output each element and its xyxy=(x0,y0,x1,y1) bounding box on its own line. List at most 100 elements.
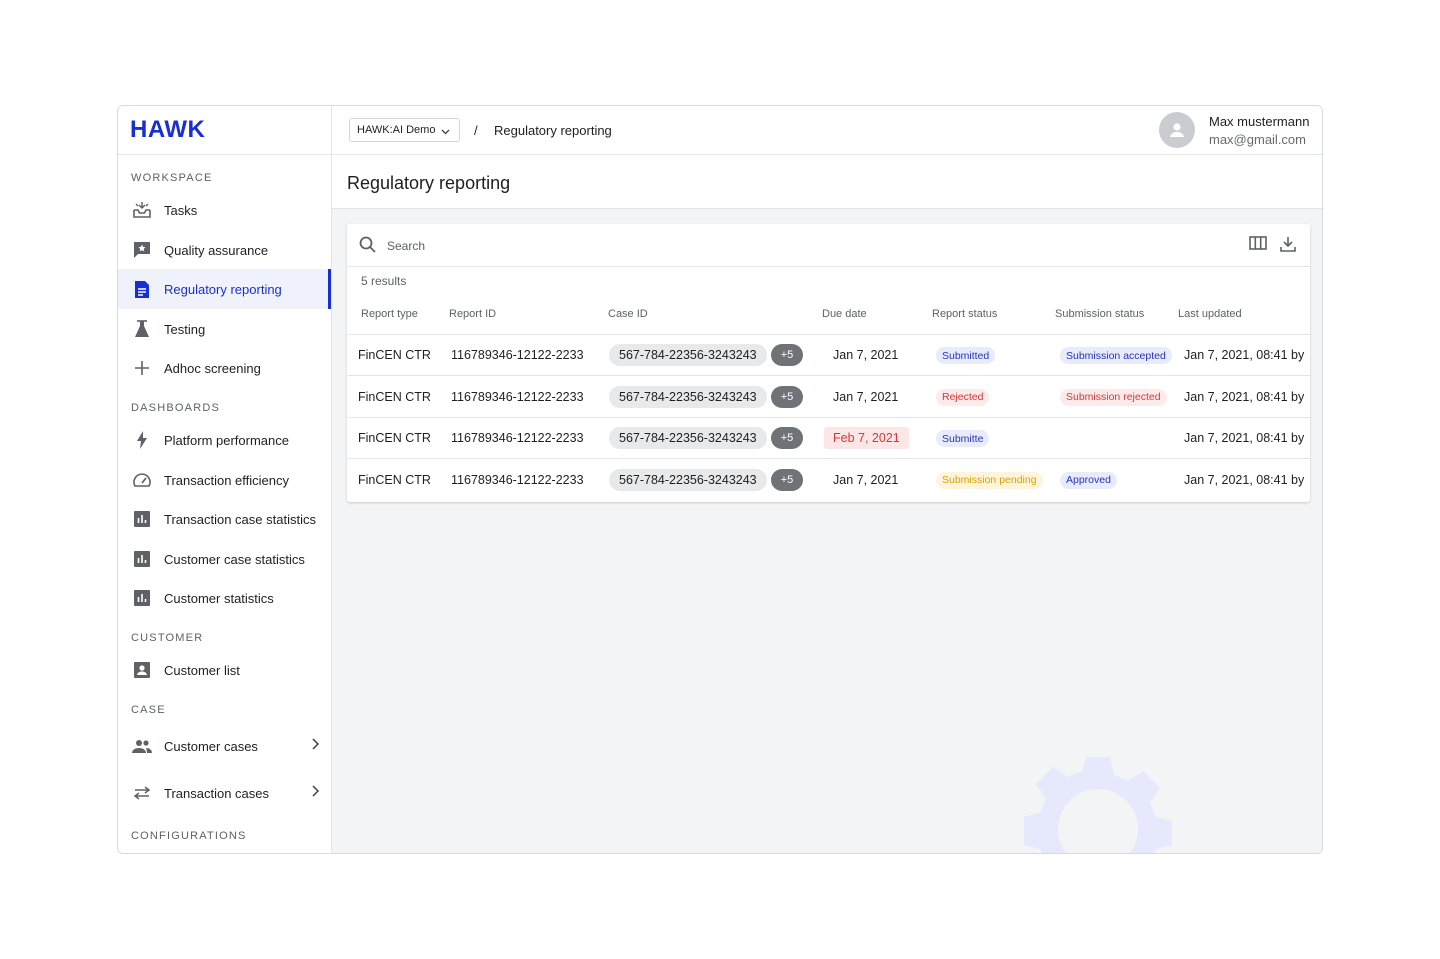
sidebar-item-tasks[interactable]: Tasks xyxy=(118,190,331,230)
column-header-report-id[interactable]: Report ID xyxy=(449,308,496,320)
logo[interactable]: HAWK xyxy=(118,106,331,155)
sidebar-item-label: Regulatory reporting xyxy=(164,281,282,297)
search-input[interactable] xyxy=(387,236,1087,256)
cell-report-type: FinCEN CTR xyxy=(358,472,431,487)
cell-report-id: 116789346-12122-2233 xyxy=(451,472,584,487)
flask-icon xyxy=(132,319,152,339)
more-cases-chip[interactable]: +5 xyxy=(771,385,803,408)
table-row[interactable]: FinCEN CTR 116789346-12122-2233 567-784-… xyxy=(347,460,1310,501)
sidebar-item-label: Transaction case statistics xyxy=(164,511,316,527)
sidebar-item-label: Testing xyxy=(164,321,206,337)
speedometer-icon xyxy=(132,470,152,490)
sidebar-item-label: Customer list xyxy=(164,662,240,678)
sidebar-item-label: Transaction efficiency xyxy=(164,472,290,488)
column-header-due-date[interactable]: Due date xyxy=(822,308,867,320)
section-case: CASE xyxy=(131,704,166,716)
user-email: max@gmail.com xyxy=(1209,132,1306,147)
cell-report-type: FinCEN CTR xyxy=(358,431,431,445)
sidebar-item-transaction-case-statistics[interactable]: Transaction case statistics xyxy=(118,499,331,539)
cell-due-date: Jan 7, 2021 xyxy=(833,348,899,362)
table-row[interactable]: FinCEN CTR 116789346-12122-2233 567-784-… xyxy=(347,377,1310,418)
cell-report-type: FinCEN CTR xyxy=(358,389,431,404)
case-id-chip[interactable]: 567-784-22356-3243243 xyxy=(609,385,767,408)
sidebar-item-label: Customer cases xyxy=(164,738,258,754)
sidebar-item-label: Customer case statistics xyxy=(164,551,305,567)
bar-chart-icon xyxy=(132,509,152,529)
sidebar-item-testing[interactable]: Testing xyxy=(118,309,331,349)
column-header-last-updated[interactable]: Last updated xyxy=(1178,308,1242,320)
cell-due-date: Jan 7, 2021 xyxy=(833,389,899,404)
sidebar-item-transaction-cases[interactable]: Transaction cases xyxy=(118,773,331,813)
app-window: HAWK WORKSPACE Tasks Quality assurance R… xyxy=(117,105,1323,854)
submission-status-badge: Submission accepted xyxy=(1060,347,1172,364)
sidebar-item-label: Quality assurance xyxy=(164,242,269,258)
cell-last-updated: Jan 7, 2021, 08:41 by xyxy=(1184,389,1305,404)
sidebar-item-adhoc-screening[interactable]: Adhoc screening xyxy=(118,348,331,388)
sidebar-item-platform-performance[interactable]: Platform performance xyxy=(118,420,331,460)
chevron-down-icon xyxy=(441,126,450,138)
sidebar-item-label: Transaction cases xyxy=(164,785,270,801)
search-bar xyxy=(347,224,1310,267)
org-select[interactable]: HAWK:AI Demo xyxy=(349,118,460,142)
sidebar-item-customer-case-statistics[interactable]: Customer case statistics xyxy=(118,539,331,579)
more-cases-chip[interactable]: +5 xyxy=(771,427,803,449)
bar-chart-icon xyxy=(132,549,152,569)
topbar: HAWK:AI Demo / Regulatory reporting Max … xyxy=(332,106,1322,155)
more-cases-chip[interactable]: +5 xyxy=(771,344,803,366)
avatar[interactable] xyxy=(1159,112,1195,148)
user-name: Max mustermann xyxy=(1209,114,1310,129)
columns-icon[interactable] xyxy=(1249,236,1267,255)
report-table-card: 5 results Report type Report ID Case ID … xyxy=(347,224,1310,502)
bar-chart-icon xyxy=(132,588,152,608)
bolt-icon xyxy=(132,430,152,450)
sidebar: HAWK WORKSPACE Tasks Quality assurance R… xyxy=(118,106,332,853)
report-status-badge: Submitted xyxy=(936,347,996,364)
sidebar-item-regulatory-reporting[interactable]: Regulatory reporting xyxy=(118,269,331,309)
sidebar-item-label: Adhoc screening xyxy=(164,360,261,376)
sidebar-item-quality-assurance[interactable]: Quality assurance xyxy=(118,230,331,270)
logo-text: HAWK xyxy=(130,116,206,143)
people-icon xyxy=(132,736,152,756)
org-select-value: HAWK:AI Demo xyxy=(357,124,436,136)
column-header-report-type[interactable]: Report type xyxy=(361,308,418,320)
download-icon[interactable] xyxy=(1280,236,1296,257)
section-customer: CUSTOMER xyxy=(131,632,204,644)
main-content: 5 results Report type Report ID Case ID … xyxy=(332,209,1322,853)
sidebar-item-transaction-efficiency[interactable]: Transaction efficiency xyxy=(118,460,331,500)
report-status-badge: Submitte xyxy=(936,430,990,447)
column-header-case-id[interactable]: Case ID xyxy=(608,308,648,320)
quality-icon xyxy=(132,240,152,260)
cell-last-updated: Jan 7, 2021, 08:41 by xyxy=(1184,348,1305,362)
cell-report-id: 116789346-12122-2233 xyxy=(451,431,584,445)
column-header-submission-status[interactable]: Submission status xyxy=(1055,308,1144,320)
page-header: Regulatory reporting xyxy=(332,155,1322,209)
cell-report-type: FinCEN CTR xyxy=(358,348,431,362)
section-dashboards: DASHBOARDS xyxy=(131,402,221,414)
report-status-badge: Rejected xyxy=(936,388,990,406)
sidebar-item-label: Tasks xyxy=(164,202,198,218)
user-icon xyxy=(1170,123,1184,137)
table-row[interactable]: FinCEN CTR 116789346-12122-2233 567-784-… xyxy=(347,335,1310,376)
column-header-report-status[interactable]: Report status xyxy=(932,308,997,320)
more-cases-chip[interactable]: +5 xyxy=(771,468,803,491)
table-row[interactable]: FinCEN CTR 116789346-12122-2233 567-784-… xyxy=(347,418,1310,459)
section-configurations: CONFIGURATIONS xyxy=(131,830,247,842)
gear-icon xyxy=(1024,757,1172,853)
sidebar-item-customer-statistics[interactable]: Customer statistics xyxy=(118,578,331,618)
chevron-right-icon xyxy=(311,738,320,753)
cell-last-updated: Jan 7, 2021, 08:41 by xyxy=(1184,431,1305,445)
sidebar-item-customer-cases[interactable]: Customer cases xyxy=(118,726,331,766)
breadcrumb[interactable]: Regulatory reporting xyxy=(494,123,612,138)
plus-icon xyxy=(132,358,152,378)
cell-due-date: Feb 7, 2021 xyxy=(824,427,909,449)
submission-status-badge: Submission rejected xyxy=(1060,388,1167,406)
search-icon xyxy=(359,236,376,258)
report-status-badge: Submission pending xyxy=(936,471,1043,489)
case-id-chip[interactable]: 567-784-22356-3243243 xyxy=(609,468,767,491)
cell-report-id: 116789346-12122-2233 xyxy=(451,389,584,404)
cell-due-date: Jan 7, 2021 xyxy=(833,472,899,487)
sidebar-item-customer-list[interactable]: Customer list xyxy=(118,650,331,690)
case-id-chip[interactable]: 567-784-22356-3243243 xyxy=(609,344,767,366)
sidebar-item-label: Customer statistics xyxy=(164,590,274,606)
case-id-chip[interactable]: 567-784-22356-3243243 xyxy=(609,427,767,449)
